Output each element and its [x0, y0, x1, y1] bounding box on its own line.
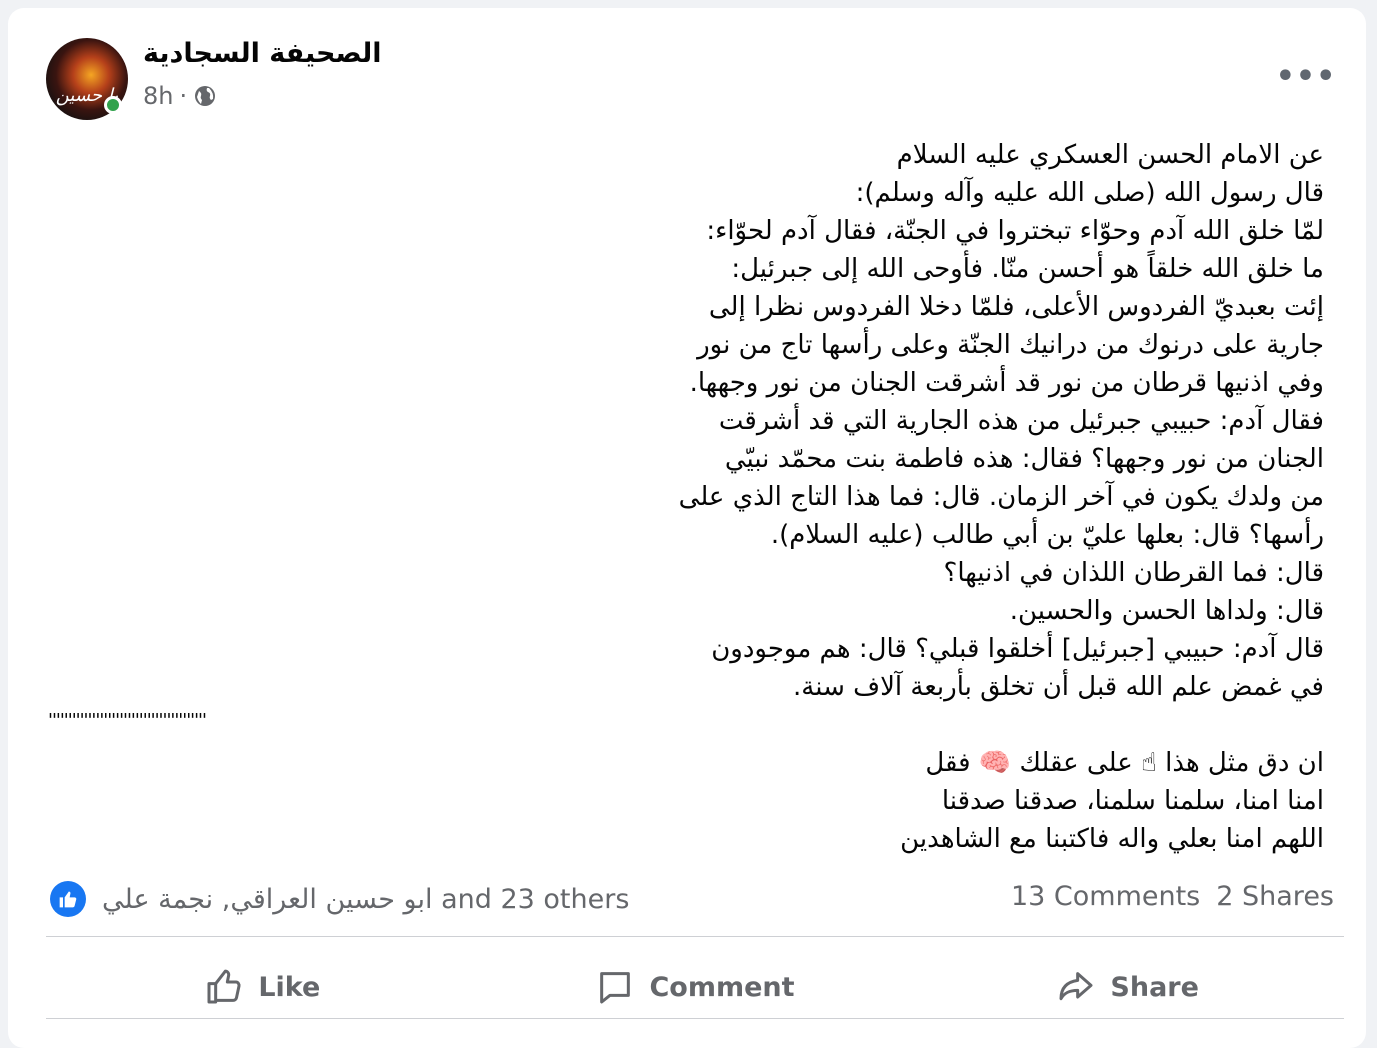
post-text-line: ما خلق الله خلقاً هو أحسن منّا. فأوحى ال… [731, 254, 1324, 284]
like-button[interactable]: Like [46, 948, 479, 1026]
comment-icon [600, 972, 631, 1004]
post-text-line: فقال آدم: حبيبي جبرئيل من هذه الجارية ال… [718, 406, 1324, 436]
page-name-link[interactable]: الصحيفة السجادية [143, 38, 382, 69]
comment-button[interactable]: Comment [479, 948, 912, 1026]
post-text-line: جارية على درنوك من درانيك الجنّة وعلى رأ… [697, 330, 1324, 360]
divider [46, 1018, 1344, 1019]
post-text-line: عن الامام الحسن العسكري عليه السلام [896, 140, 1324, 170]
text-separator: '''''''''''''''''''''''''''''''''''''''' [48, 710, 207, 731]
post-text-line: رأسها؟ قال: بعلها عليّ بن أبي طالب (عليه… [770, 520, 1324, 550]
shares-count[interactable]: 2 Shares [1216, 881, 1334, 912]
more-options-icon[interactable]: ••• [1276, 56, 1336, 96]
post-text-line: الجنان من نور وجهها؟ فقال: هذه فاطمة بنت… [724, 444, 1324, 474]
globe-icon[interactable] [193, 84, 217, 108]
reactions-text[interactable]: ابو حسين العراقي, نجمة علي and 23 others [102, 884, 629, 915]
post-text-line: قال رسول الله (صلى الله عليه وآله وسلم): [855, 178, 1324, 208]
post-closing-text: ان دق مثل هذا ☝ على عقلك 🧠 فقل امنا امنا… [644, 744, 1324, 858]
post-text-line: لمّا خلق الله آدم وحوّاء تبختروا في الجن… [706, 216, 1324, 246]
engagement-counts: 13 Comments 2 Shares [1011, 881, 1334, 912]
post-card: يا حسين الصحيفة السجادية 8h · ••• عن الا… [8, 8, 1366, 1048]
post-meta: 8h · [143, 82, 217, 110]
post-time[interactable]: 8h [143, 82, 173, 110]
post-text-line: قال آدم: حبيبي [جبرئيل] أخلقوا قبلي؟ قال… [711, 634, 1324, 664]
post-text-line: من ولدك يكون في آخر الزمان. قال: فما هذا… [678, 482, 1324, 512]
share-label: Share [1110, 971, 1199, 1003]
divider [46, 936, 1344, 937]
post-text-line: قال: فما القرطان اللذان في اذنيها؟ [943, 558, 1324, 588]
closing-line: اللهم امنا بعلي واله فاكتبنا مع الشاهدين [900, 824, 1324, 854]
share-button[interactable]: Share [911, 948, 1344, 1026]
reactions-summary[interactable]: ابو حسين العراقي, نجمة علي and 23 others [50, 881, 629, 917]
meta-dot: · [179, 82, 188, 110]
comment-label: Comment [649, 971, 795, 1003]
thumbs-up-icon [207, 969, 241, 1004]
closing-line: ان دق مثل هذا ☝ على عقلك 🧠 فقل [925, 748, 1324, 778]
online-status-dot [104, 96, 122, 114]
share-icon [1059, 972, 1093, 1001]
post-text-line: إئت بعبديّ الفردوس الأعلى، فلمّا دخلا ال… [708, 292, 1324, 322]
action-bar: Like Comment Share [46, 948, 1344, 1026]
post-text-line: قال: ولداها الحسن والحسين. [1009, 596, 1324, 626]
post-text-line: وفي اذنيها قرطان من نور قد أشرقت الجنان … [689, 368, 1324, 398]
closing-line: امنا امنا، سلمنا سلمنا، صدقنا صدقنا [941, 786, 1324, 816]
like-reaction-icon [50, 881, 86, 917]
post-text: عن الامام الحسن العسكري عليه السلام قال … [644, 136, 1324, 706]
comments-count[interactable]: 13 Comments [1011, 881, 1200, 912]
post-text-line: في غمض علم الله قبل أن تخلق بأربعة آلاف … [793, 672, 1324, 702]
like-label: Like [258, 971, 321, 1003]
